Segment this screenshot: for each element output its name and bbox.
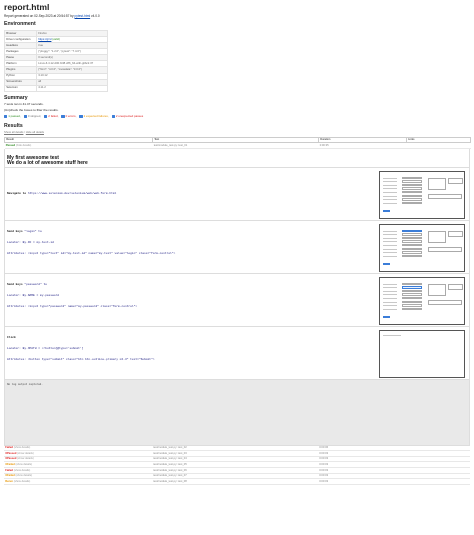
toggle-details-link[interactable]: (hide details)	[16, 144, 31, 147]
toggle-details-link[interactable]: (show details)	[17, 457, 34, 460]
test-links	[406, 142, 471, 149]
filter-checkbox[interactable]: 2 expected failures,	[79, 113, 109, 119]
filter-label: 1 passed,	[8, 113, 21, 118]
env-value: Linux-6.4.12-200.fc38.x86_64-with-glibc2…	[38, 61, 94, 66]
step-line: Attributes: <input type="password" name=…	[7, 304, 138, 308]
page-title: report.html	[4, 2, 50, 12]
step-screenshot[interactable]	[379, 170, 465, 219]
log-output: No log output captured.	[5, 378, 469, 445]
toggle-details-link[interactable]: (show details)	[14, 480, 31, 483]
valid-badge: (valid)	[52, 36, 60, 41]
toggle-details-link[interactable]: (show details)	[14, 446, 31, 449]
step-screenshot[interactable]	[379, 276, 465, 325]
test-description: My first awesome test We do a lot of awes…	[5, 149, 469, 167]
result-status: Failed	[5, 468, 13, 472]
step-line: Navigate to https://www.selenium.dev/sel…	[7, 191, 117, 195]
env-value: 4.11.2	[38, 85, 46, 90]
step-line: Send keys "password" to	[7, 282, 47, 286]
test-name: test/module_test.py::test_01	[152, 142, 319, 149]
tests-ran-text: 7 tests ran in 41.47 seconds.	[4, 102, 44, 107]
env-key: Selenium	[4, 84, 37, 92]
filter-label: 0 errors,	[65, 113, 77, 118]
env-value: Firefox	[38, 30, 47, 35]
test-step: Send keys "login" to Locator: By.ID = my-…	[5, 219, 469, 273]
env-value: true	[38, 42, 44, 47]
filter-label: 2 unexpected passes	[115, 113, 144, 118]
result-status: XPassed	[5, 451, 17, 455]
results-table: Result Test Duration Links Passed (hide …	[4, 136, 471, 149]
checkbox-checked-icon[interactable]	[4, 115, 8, 119]
test-duration: 0:00:35	[318, 142, 407, 149]
env-value: 3.10.12	[38, 73, 48, 78]
driver-link[interactable]: https://gr/d	[38, 37, 51, 41]
test-duration: 0:00:03	[318, 478, 406, 485]
filter-checkbox[interactable]: 2 failed,	[44, 113, 59, 119]
test-step: Navigate to https://www.selenium.dev/sel…	[5, 166, 469, 220]
test-step: Click Locator: By.XPATH = //button[@type=…	[5, 325, 469, 379]
toggle-details-link[interactable]: (show details)	[17, 452, 34, 455]
pytest-html-link[interactable]: pytest-html	[75, 14, 91, 18]
filter-label: 2 failed,	[48, 113, 59, 118]
step-line: Locator: By.NAME = my-password	[7, 293, 60, 297]
step-line: Locator: By.ID = my-text-id	[7, 240, 54, 244]
test-name: test/module_test.py::test_08	[152, 478, 318, 485]
table-row[interactable]: Rerun (show details) test/module_test.py:…	[4, 478, 470, 485]
result-status: XFailed	[5, 462, 15, 466]
show-all-details-link[interactable]: Show all details	[4, 130, 23, 134]
filter-checkbox[interactable]: 0 skipped,	[23, 113, 42, 119]
env-value: {"pluggy": "1.2.0", "pytest": "7.4.0"}	[38, 48, 81, 53]
generated-info: Report generated on 02-Sep-2023 at 20:54…	[4, 14, 100, 19]
step-line: Attributes: <button type="submit" class=…	[7, 357, 155, 361]
result-status: XPassed	[5, 457, 17, 461]
step-line: Attributes: <input type="text" id="my-te…	[7, 251, 176, 255]
checkbox-checked-icon[interactable]	[61, 115, 65, 119]
table-row[interactable]: Passed (hide details) test/module_test.p…	[4, 142, 471, 149]
test-step: Send keys "password" to Locator: By.NAME …	[5, 272, 469, 326]
test-details-panel: My first awesome test We do a lot of awes…	[4, 148, 470, 446]
filter-checkbox[interactable]: 1 passed,	[4, 113, 21, 119]
checkbox-checked-icon[interactable]	[111, 115, 115, 119]
step-screenshot[interactable]	[379, 223, 465, 272]
env-value: 0 second(s)	[38, 55, 53, 60]
result-status: Failed	[5, 446, 13, 450]
toggle-details-link[interactable]: (show details)	[14, 469, 31, 472]
results-heading: Results	[4, 122, 23, 129]
filter-checkbox[interactable]: 0 errors,	[61, 113, 77, 119]
step-line: Locator: By.XPATH = //button[@type='subm…	[7, 346, 84, 350]
results-table-rest: Failed (show details) test/module_test.py…	[4, 445, 470, 485]
summary-heading: Summary	[4, 94, 28, 101]
environment-table: Browser Firefox Driver configuration https:…	[4, 29, 108, 92]
env-value: all	[38, 79, 41, 84]
result-status: Rerun	[5, 479, 13, 483]
checkbox-checked-icon[interactable]	[23, 115, 27, 119]
checkbox-checked-icon[interactable]	[79, 115, 83, 119]
filter-label: 0 skipped,	[27, 113, 42, 118]
report-page: report.html Report generated on 02-Sep-2…	[4, 2, 471, 485]
toggle-details-link[interactable]: (show details)	[16, 463, 33, 466]
step-screenshot[interactable]	[379, 329, 465, 378]
environment-heading: Environment	[4, 21, 36, 28]
result-status: XFailed	[5, 474, 15, 478]
result-filters: 1 passed, 0 skipped, 2 failed, 0 errors, 2 e…	[4, 113, 470, 119]
filter-hint: (Un)check the boxes to filter the result…	[4, 108, 59, 113]
test-links	[406, 478, 470, 485]
show-hide-all: Show all details / Hide all details	[4, 130, 44, 135]
step-line: Send keys "login" to	[7, 229, 42, 233]
env-row: Selenium 4.11.2	[4, 84, 108, 92]
filter-label: 2 expected failures,	[83, 113, 109, 118]
filter-checkbox[interactable]: 2 unexpected passes	[111, 113, 144, 119]
result-status: Passed	[5, 143, 16, 147]
checkbox-checked-icon[interactable]	[44, 115, 48, 119]
step-line: Click	[7, 335, 16, 339]
hide-all-details-link[interactable]: Hide all details	[26, 130, 44, 134]
env-value: {"html": "4.0.0", "metadata": "3.0.0"}	[38, 67, 83, 72]
toggle-details-link[interactable]: (show details)	[16, 474, 33, 477]
